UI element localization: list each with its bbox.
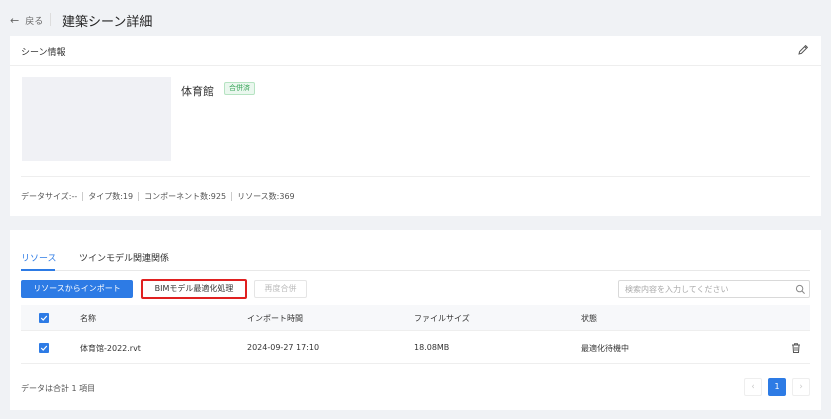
total-count: データは合計 1 項目 bbox=[21, 384, 96, 393]
tab-twin-model-relations[interactable]: ツインモデル関連関係 bbox=[79, 251, 169, 264]
top-bar: ← 戻る 建築シーン詳細 bbox=[0, 0, 831, 38]
chevron-left-icon: ‹ bbox=[751, 382, 755, 392]
cell-file-size: 18.08MB bbox=[414, 343, 450, 352]
scene-stats: データサイズ:-- タイプ数:19 コンポーネント数:925 リソース数:369 bbox=[21, 191, 295, 202]
tab-resources[interactable]: リソース bbox=[21, 251, 57, 264]
stat-component-count: コンポーネント数:925 bbox=[144, 192, 227, 201]
row-checkbox[interactable] bbox=[39, 343, 49, 353]
arrow-left-icon: ← bbox=[10, 14, 20, 27]
search-box bbox=[618, 280, 810, 298]
pagination-page-1[interactable]: 1 bbox=[768, 378, 786, 396]
check-icon bbox=[40, 345, 48, 351]
stat-type-count: タイプ数:19 bbox=[88, 192, 134, 201]
cell-status: 最適化待機中 bbox=[581, 344, 629, 353]
bim-model-optimize-button[interactable]: BIMモデル最適化処理 bbox=[142, 280, 246, 298]
stat-separator bbox=[82, 192, 84, 201]
scene-info-header: シーン情報 bbox=[10, 36, 821, 66]
search-icon[interactable] bbox=[795, 284, 806, 295]
column-header-name: 名称 bbox=[80, 314, 96, 323]
cell-import-time: 2024-09-27 17:10 bbox=[247, 343, 320, 352]
tabs-divider bbox=[21, 270, 810, 271]
header-divider bbox=[50, 13, 51, 26]
column-header-status: 状態 bbox=[581, 314, 597, 323]
back-label: 戻る bbox=[25, 17, 44, 27]
page-title: 建築シーン詳細 bbox=[62, 15, 153, 30]
import-from-resources-button[interactable]: リソースからインポート bbox=[21, 280, 133, 298]
back-button[interactable]: ← 戻る bbox=[10, 14, 43, 27]
remerge-button[interactable]: 再度合併 bbox=[254, 280, 307, 298]
divider bbox=[21, 176, 810, 177]
scene-thumbnail bbox=[22, 77, 171, 161]
stat-separator bbox=[138, 192, 140, 201]
edit-icon[interactable] bbox=[796, 43, 810, 57]
column-header-file-size: ファイルサイズ bbox=[414, 314, 470, 323]
stat-resource-count: リソース数:369 bbox=[237, 192, 295, 201]
table-header: 名称 インポート時間 ファイルサイズ 状態 bbox=[21, 305, 810, 331]
check-icon bbox=[40, 315, 48, 321]
section-title: シーン情報 bbox=[21, 48, 66, 58]
pagination-prev[interactable]: ‹ bbox=[744, 378, 762, 396]
trash-icon[interactable] bbox=[790, 342, 802, 354]
scene-info-card: シーン情報 体育館 合併済 データサイズ:-- タイプ数:19 コンポーネント数… bbox=[10, 36, 821, 216]
column-header-import-time: インポート時間 bbox=[247, 314, 303, 323]
stat-separator bbox=[231, 192, 233, 201]
select-all-checkbox[interactable] bbox=[39, 313, 49, 323]
cell-name: 体育馆-2022.rvt bbox=[80, 344, 141, 353]
pagination-next[interactable]: › bbox=[792, 378, 810, 396]
active-tab-indicator bbox=[21, 269, 55, 271]
resources-card: リソース ツインモデル関連関係 リソースからインポート BIMモデル最適化処理 … bbox=[10, 230, 821, 410]
scene-name: 体育館 bbox=[181, 85, 214, 98]
status-badge: 合併済 bbox=[224, 82, 255, 95]
stat-data-size: データサイズ:-- bbox=[21, 192, 78, 201]
table-row: 体育馆-2022.rvt 2024-09-27 17:10 18.08MB 最適… bbox=[21, 332, 810, 364]
search-input[interactable] bbox=[625, 283, 785, 295]
chevron-right-icon: › bbox=[799, 382, 803, 392]
